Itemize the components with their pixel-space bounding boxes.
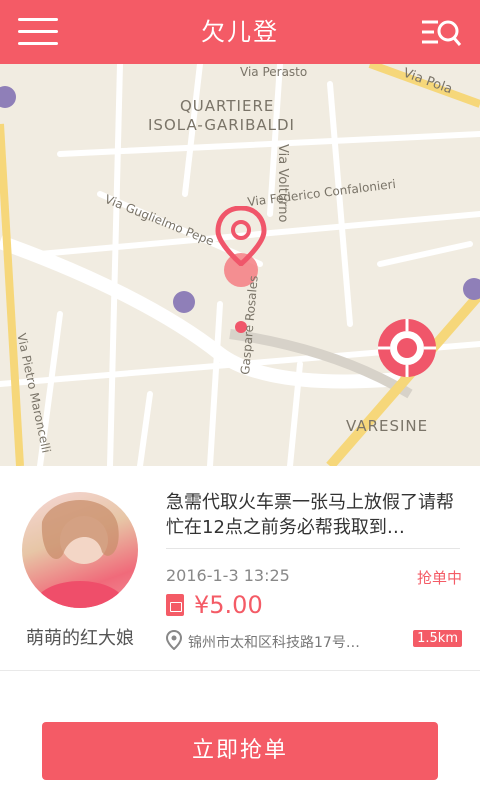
task-address: 锦州市太和区科技路17号…: [188, 635, 360, 651]
locate-target-icon[interactable]: [376, 317, 438, 379]
location-pin-icon: [165, 629, 183, 654]
avatar[interactable]: [22, 492, 138, 608]
task-price: ¥5.00: [194, 591, 263, 619]
map-label-quartiere: QUARTIERE: [180, 97, 275, 115]
map-label-isola-garibaldi: ISOLA-GARIBALDI: [148, 116, 295, 134]
task-card[interactable]: 萌萌的红大娘 急需代取火车票一张马上放假了请帮忙在12点之前务必帮我取到… 20…: [0, 466, 480, 670]
username: 萌萌的红大娘: [26, 628, 134, 649]
map-label-via-volturno: Via Volturno: [275, 144, 290, 223]
task-datetime: 2016-1-3 13:25: [166, 566, 290, 585]
map-view[interactable]: Via Perasto Via Pola QUARTIERE ISOLA-GAR…: [0, 64, 480, 466]
distance-badge: 1.5km: [413, 630, 462, 647]
status-badge: 抢单中: [416, 569, 462, 587]
divider: [166, 548, 460, 549]
task-description: 急需代取火车票一张马上放假了请帮忙在12点之前务必帮我取到…: [166, 492, 454, 538]
card-divider: [0, 670, 480, 671]
map-label-varesine: VARESINE: [346, 417, 429, 435]
page-title: 欠儿登: [201, 18, 279, 46]
location-row: 锦州市太和区科技路17号…: [165, 629, 388, 654]
grab-order-button[interactable]: 立即抢单: [42, 722, 438, 780]
pin-icon[interactable]: [214, 206, 268, 266]
red-envelope-icon: [166, 594, 184, 616]
search-list-icon[interactable]: [416, 14, 466, 50]
price-row: ¥5.00: [166, 590, 263, 620]
map-label-via-perasto: Via Perasto: [240, 65, 308, 79]
app-header: 欠儿登: [0, 0, 480, 64]
